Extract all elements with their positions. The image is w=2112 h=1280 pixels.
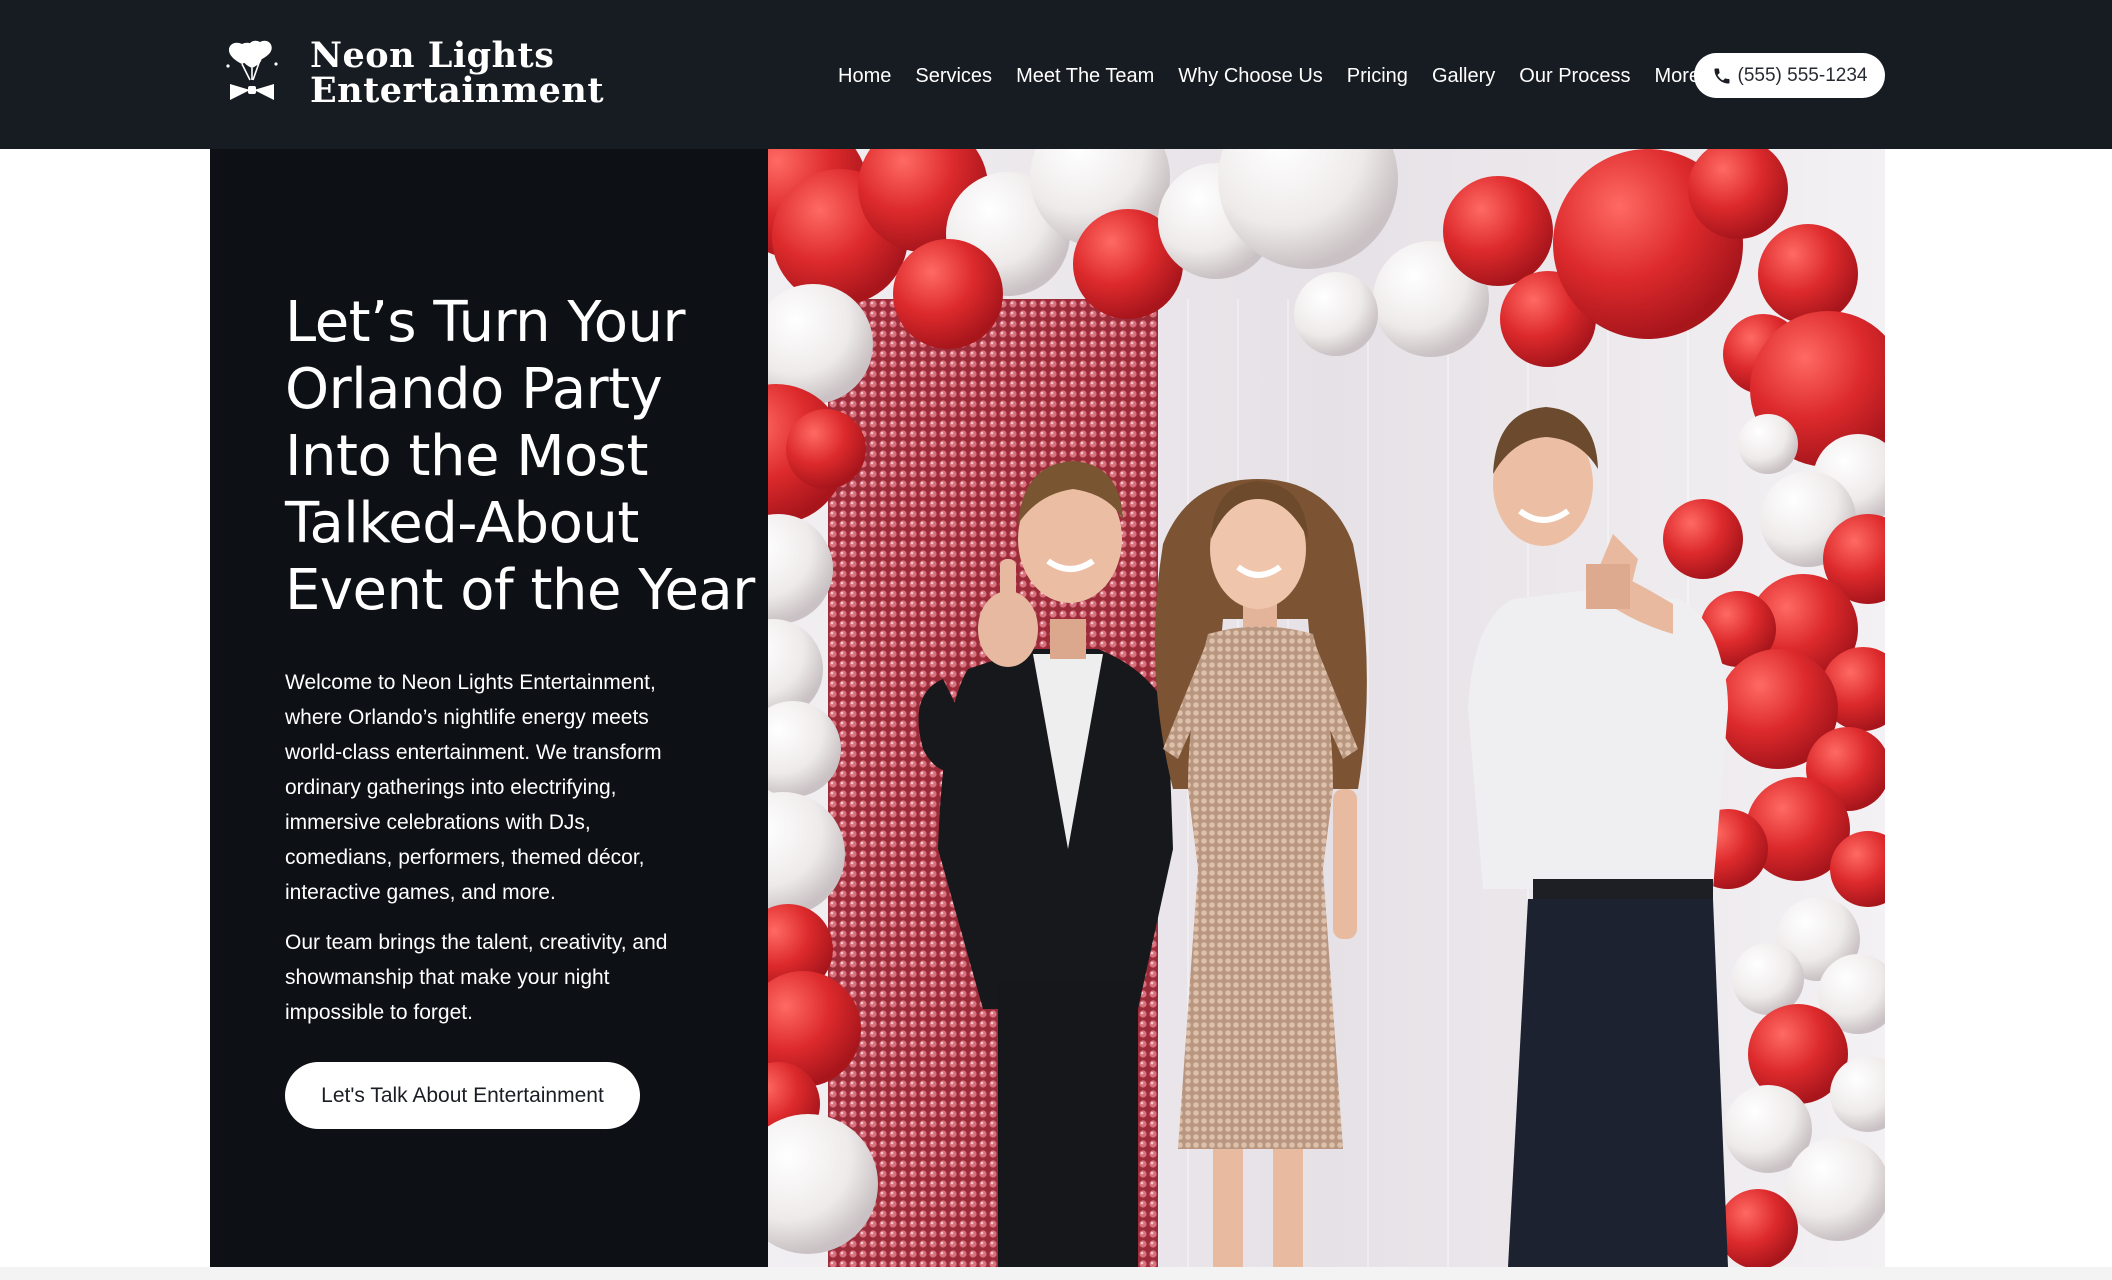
nav-item-pricing[interactable]: Pricing xyxy=(1347,58,1408,94)
logo-text-line1: Neon Lights xyxy=(310,35,555,76)
party-photo xyxy=(768,149,1885,1267)
hero-title-line: Event of the Year xyxy=(285,558,755,623)
phone-button[interactable]: (555) 555-1234 xyxy=(1694,53,1885,98)
nav-item-our-process[interactable]: Our Process xyxy=(1519,58,1630,94)
hero-title: Let’s Turn Your Orlando Party Into the M… xyxy=(285,289,755,624)
logo-text-line2: Entertainment xyxy=(310,70,605,111)
nav-item-gallery[interactable]: Gallery xyxy=(1432,58,1495,94)
main-nav: Home Services Meet The Team Why Choose U… xyxy=(838,58,1700,94)
lets-talk-cta-button[interactable]: Let's Talk About Entertainment xyxy=(285,1062,640,1129)
nav-item-meet-the-team[interactable]: Meet The Team xyxy=(1016,58,1154,94)
site-header: Neon Lights Entertainment Home Services … xyxy=(0,0,2112,149)
site-logo[interactable]: Neon Lights Entertainment xyxy=(220,38,604,108)
nav-item-services[interactable]: Services xyxy=(915,58,992,94)
logo-wordmark: Neon Lights Entertainment xyxy=(310,38,604,108)
hero-title-line: Orlando Party xyxy=(285,357,663,422)
hero-paragraph-2: Our team brings the talent, creativity, … xyxy=(285,931,668,1024)
phone-number: (555) 555-1234 xyxy=(1737,64,1868,86)
hero-title-line: Let’s Turn Your xyxy=(285,290,685,355)
hero-paragraph-1: Welcome to Neon Lights Entertainment, wh… xyxy=(285,671,662,904)
nav-item-home[interactable]: Home xyxy=(838,58,891,94)
hero-title-line: Into the Most xyxy=(285,424,648,489)
phone-icon xyxy=(1714,68,1730,83)
party-photo-illustration xyxy=(768,149,1885,1267)
section-divider xyxy=(0,1267,2112,1280)
hero-description: Welcome to Neon Lights Entertainment, wh… xyxy=(285,665,695,1045)
hero-title-line: Talked-About xyxy=(285,491,639,556)
hero-text-panel: Let’s Turn Your Orlando Party Into the M… xyxy=(210,149,768,1267)
nav-item-why-choose-us[interactable]: Why Choose Us xyxy=(1178,58,1323,94)
balloons-bowtie-icon xyxy=(226,40,278,100)
